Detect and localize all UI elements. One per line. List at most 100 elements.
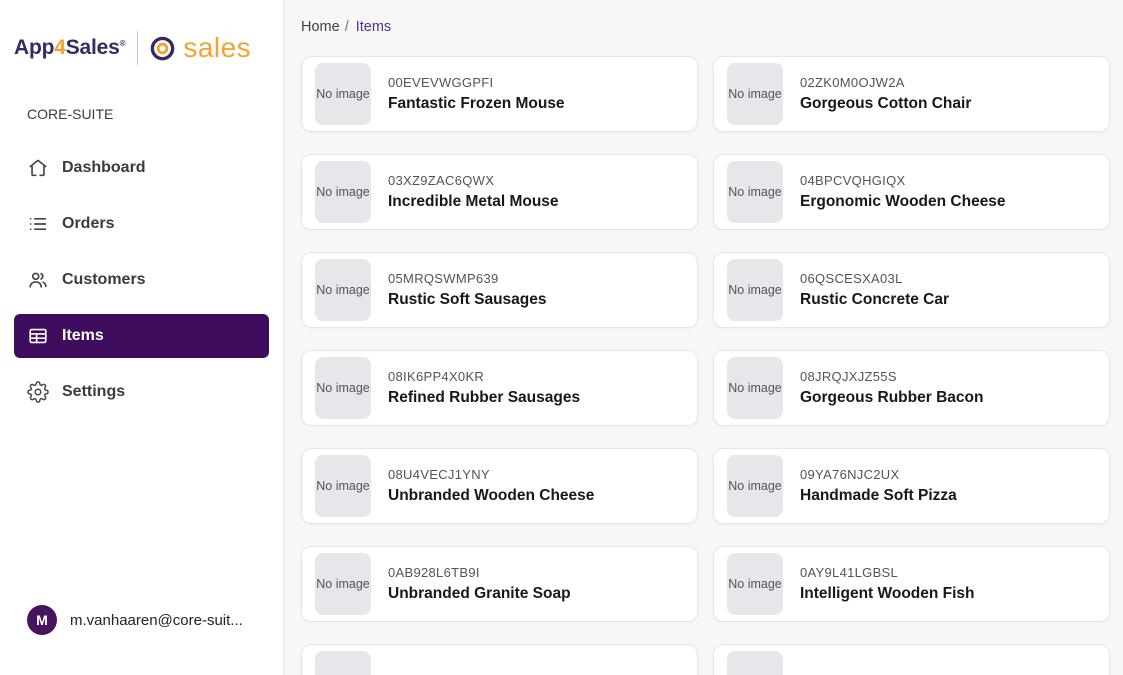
item-image-placeholder: No image	[315, 553, 371, 615]
user-account[interactable]: M m.vanhaaren@core-suit...	[27, 605, 269, 635]
no-image-label: No image	[728, 283, 782, 297]
logo-divider	[137, 31, 138, 65]
item-card[interactable]: No image 0DOKJFG65YZI	[301, 644, 698, 675]
item-image-placeholder: No image	[727, 161, 783, 223]
item-name: Incredible Metal Mouse	[388, 193, 559, 211]
sidebar: App4Sales® sales CORE-SUITE Dashboard Or…	[0, 0, 284, 675]
item-image-placeholder: No image	[727, 455, 783, 517]
breadcrumb-separator: /	[345, 19, 349, 35]
item-card[interactable]: No image 05MRQSWMP639 Rustic Soft Sausag…	[301, 252, 698, 328]
item-card[interactable]: No image 00EVEVWGGPFI Fantastic Frozen M…	[301, 56, 698, 132]
user-email: m.vanhaaren@core-suit...	[70, 612, 243, 629]
item-card[interactable]: No image 02ZK0M0OJW2A Gorgeous Cotton Ch…	[713, 56, 1110, 132]
item-card-text: 08JRQJXJZ55S Gorgeous Rubber Bacon	[800, 369, 983, 407]
no-image-label: No image	[316, 185, 370, 199]
item-image-placeholder: No image	[315, 259, 371, 321]
main-content: Home / Items No image 00EVEVWGGPFI Fanta…	[284, 0, 1123, 675]
item-card[interactable]: No image 08IK6PP4X0KR Refined Rubber Sau…	[301, 350, 698, 426]
suite-label: CORE-SUITE	[27, 106, 283, 122]
item-card[interactable]: No image 0AB928L6TB9I Unbranded Granite …	[301, 546, 698, 622]
item-code: 09YA76NJC2UX	[800, 467, 957, 482]
sidebar-item-dashboard[interactable]: Dashboard	[14, 146, 269, 190]
item-name: Ergonomic Wooden Cheese	[800, 193, 1006, 211]
breadcrumb-current: Items	[356, 19, 391, 35]
app-logo: App4Sales® sales	[14, 30, 283, 66]
avatar: M	[27, 605, 57, 635]
item-card-text: 0AB928L6TB9I Unbranded Granite Soap	[388, 565, 571, 603]
item-image-placeholder: No image	[315, 161, 371, 223]
item-code: 0AB928L6TB9I	[388, 565, 571, 580]
sidebar-item-orders[interactable]: Orders	[14, 202, 269, 246]
no-image-label: No image	[316, 87, 370, 101]
sidebar-item-label: Orders	[62, 215, 114, 233]
no-image-label: No image	[728, 479, 782, 493]
item-card-text: 08IK6PP4X0KR Refined Rubber Sausages	[388, 369, 580, 407]
item-name: Gorgeous Cotton Chair	[800, 95, 971, 113]
breadcrumb-home-link[interactable]: Home	[301, 19, 340, 35]
home-icon	[27, 157, 49, 179]
item-code: 06QSCESXA03L	[800, 271, 949, 286]
no-image-label: No image	[316, 381, 370, 395]
item-card[interactable]: No image 06QSCESXA03L Rustic Concrete Ca…	[713, 252, 1110, 328]
item-card[interactable]: No image 08U4VECJ1YNY Unbranded Wooden C…	[301, 448, 698, 524]
logo-app4sales-text: App4Sales®	[14, 36, 125, 60]
item-code: 03XZ9ZAC6QWX	[388, 173, 559, 188]
sidebar-nav: Dashboard Orders Customers Items Setting…	[0, 146, 283, 426]
item-name: Refined Rubber Sausages	[388, 389, 580, 407]
item-image-placeholder: No image	[727, 63, 783, 125]
item-card[interactable]: No image 09YA76NJC2UX Handmade Soft Pizz…	[713, 448, 1110, 524]
item-card[interactable]: No image 04BPCVQHGIQX Ergonomic Wooden C…	[713, 154, 1110, 230]
no-image-label: No image	[728, 185, 782, 199]
logo-sales-text: sales	[183, 34, 251, 62]
item-name: Fantastic Frozen Mouse	[388, 95, 565, 113]
logo-4-accent: 4	[54, 36, 65, 59]
sidebar-item-items[interactable]: Items	[14, 314, 269, 358]
item-image-placeholder: No image	[727, 357, 783, 419]
item-name: Intelligent Wooden Fish	[800, 585, 975, 603]
sidebar-item-label: Customers	[62, 271, 146, 289]
app-root: App4Sales® sales CORE-SUITE Dashboard Or…	[0, 0, 1123, 675]
no-image-label: No image	[728, 87, 782, 101]
item-code: 08U4VECJ1YNY	[388, 467, 594, 482]
item-code: 00EVEVWGGPFI	[388, 75, 565, 90]
item-card-text: 00EVEVWGGPFI Fantastic Frozen Mouse	[388, 75, 565, 113]
item-image-placeholder: No image	[727, 259, 783, 321]
item-name: Rustic Soft Sausages	[388, 291, 547, 309]
item-card-text: 08U4VECJ1YNY Unbranded Wooden Cheese	[388, 467, 594, 505]
item-code: 08IK6PP4X0KR	[388, 369, 580, 384]
item-card-text: 06QSCESXA03L Rustic Concrete Car	[800, 271, 949, 309]
item-card[interactable]: No image 03XZ9ZAC6QWX Incredible Metal M…	[301, 154, 698, 230]
item-card[interactable]: No image 0AY9L41LGBSL Intelligent Wooden…	[713, 546, 1110, 622]
target-icon	[149, 35, 176, 62]
breadcrumb: Home / Items	[301, 19, 1123, 35]
item-image-placeholder: No image	[727, 651, 783, 675]
item-card[interactable]: No image 0G2MABUM08OJ	[713, 644, 1110, 675]
item-card[interactable]: No image 08JRQJXJZ55S Gorgeous Rubber Ba…	[713, 350, 1110, 426]
table-icon	[27, 325, 49, 347]
item-name: Rustic Concrete Car	[800, 291, 949, 309]
item-image-placeholder: No image	[315, 455, 371, 517]
item-image-placeholder: No image	[315, 357, 371, 419]
item-card-text: 05MRQSWMP639 Rustic Soft Sausages	[388, 271, 547, 309]
no-image-label: No image	[728, 381, 782, 395]
gear-icon	[27, 381, 49, 403]
item-card-text: 09YA76NJC2UX Handmade Soft Pizza	[800, 467, 957, 505]
item-name: Handmade Soft Pizza	[800, 487, 957, 505]
item-code: 0AY9L41LGBSL	[800, 565, 975, 580]
sidebar-item-settings[interactable]: Settings	[14, 370, 269, 414]
item-code: 08JRQJXJZ55S	[800, 369, 983, 384]
item-name: Unbranded Granite Soap	[388, 585, 571, 603]
sidebar-item-label: Settings	[62, 383, 125, 401]
users-icon	[27, 269, 49, 291]
item-code: 02ZK0M0OJW2A	[800, 75, 971, 90]
item-image-placeholder: No image	[727, 553, 783, 615]
item-card-text: 04BPCVQHGIQX Ergonomic Wooden Cheese	[800, 173, 1006, 211]
list-icon	[27, 213, 49, 235]
item-image-placeholder: No image	[315, 651, 371, 675]
sidebar-item-customers[interactable]: Customers	[14, 258, 269, 302]
no-image-label: No image	[316, 577, 370, 591]
sidebar-item-label: Items	[62, 327, 104, 345]
item-name: Unbranded Wooden Cheese	[388, 487, 594, 505]
item-card-text: 03XZ9ZAC6QWX Incredible Metal Mouse	[388, 173, 559, 211]
item-name: Gorgeous Rubber Bacon	[800, 389, 983, 407]
